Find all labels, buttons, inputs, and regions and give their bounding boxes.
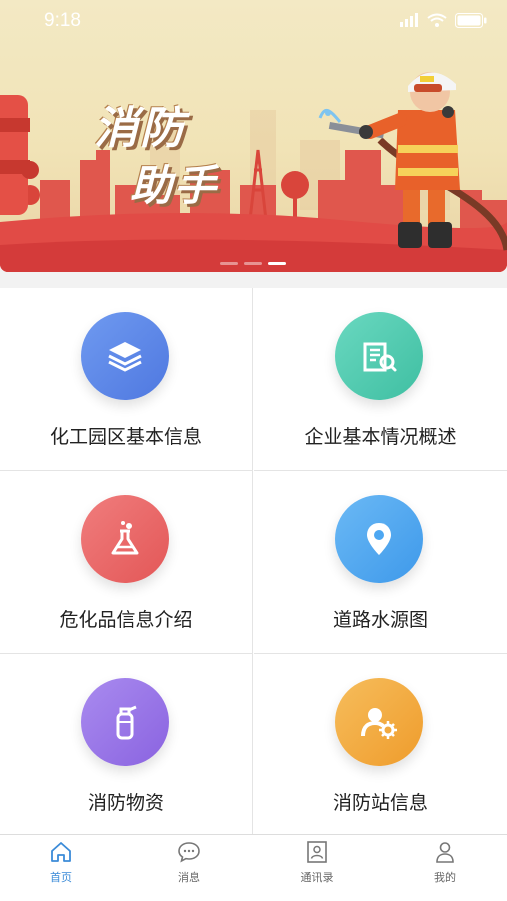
menu-item-label: 危化品信息介绍: [59, 609, 193, 631]
home-icon: [51, 842, 71, 862]
person-icon: [436, 842, 454, 863]
tab-profile[interactable]: 我的: [415, 841, 475, 885]
menu-item-road-water-map[interactable]: 道路水源图: [254, 471, 507, 654]
fire-extinguisher-icon: [81, 678, 169, 766]
location-pin-icon: [335, 495, 423, 583]
carousel-dot-active[interactable]: [268, 262, 286, 265]
menu-item-label: 消防站信息: [332, 792, 428, 814]
layers-icon: [81, 312, 169, 400]
status-time: 9:18: [44, 10, 81, 31]
carousel-dot[interactable]: [244, 262, 262, 265]
contacts-icon: [307, 841, 327, 863]
building-search-icon: [335, 312, 423, 400]
menu-item-fire-supplies[interactable]: 消防物资: [0, 654, 253, 837]
menu-item-chemical-park[interactable]: 化工园区基本信息: [0, 288, 253, 471]
tab-label: 通讯录: [300, 871, 334, 884]
menu-item-hazardous-chemicals[interactable]: 危化品信息介绍: [0, 471, 253, 654]
tab-label: 我的: [434, 871, 456, 884]
tab-label: 首页: [50, 871, 72, 884]
banner-title-line1: 消防: [94, 103, 186, 154]
feature-grid: 化工园区基本信息 企业基本情况概述 危化品信息介绍 道路水源图 消防物资 消防站…: [0, 288, 507, 837]
bottom-tab-bar: 首页 消息 通讯录 我的: [0, 834, 507, 901]
menu-item-enterprise-overview[interactable]: 企业基本情况概述: [254, 288, 507, 471]
tab-messages[interactable]: 消息: [159, 841, 219, 885]
tab-home[interactable]: 首页: [31, 841, 91, 885]
menu-item-label: 化工园区基本信息: [49, 426, 202, 448]
status-bar: 9:18: [0, 0, 507, 44]
banner-title-line2: 助手: [130, 161, 219, 210]
menu-item-label: 企业基本情况概述: [304, 426, 457, 448]
menu-item-label: 消防物资: [87, 792, 164, 814]
banner[interactable]: 9:18 消防 助手: [0, 0, 507, 272]
user-gear-icon: [335, 678, 423, 766]
carousel-dot[interactable]: [220, 262, 238, 265]
flask-icon: [81, 495, 169, 583]
menu-item-fire-station[interactable]: 消防站信息: [254, 654, 507, 837]
tab-label: 消息: [178, 871, 200, 884]
chat-bubble-icon: [178, 842, 200, 863]
menu-item-label: 道路水源图: [332, 609, 428, 631]
tab-contacts[interactable]: 通讯录: [287, 841, 347, 885]
carousel-indicator[interactable]: [220, 262, 286, 265]
